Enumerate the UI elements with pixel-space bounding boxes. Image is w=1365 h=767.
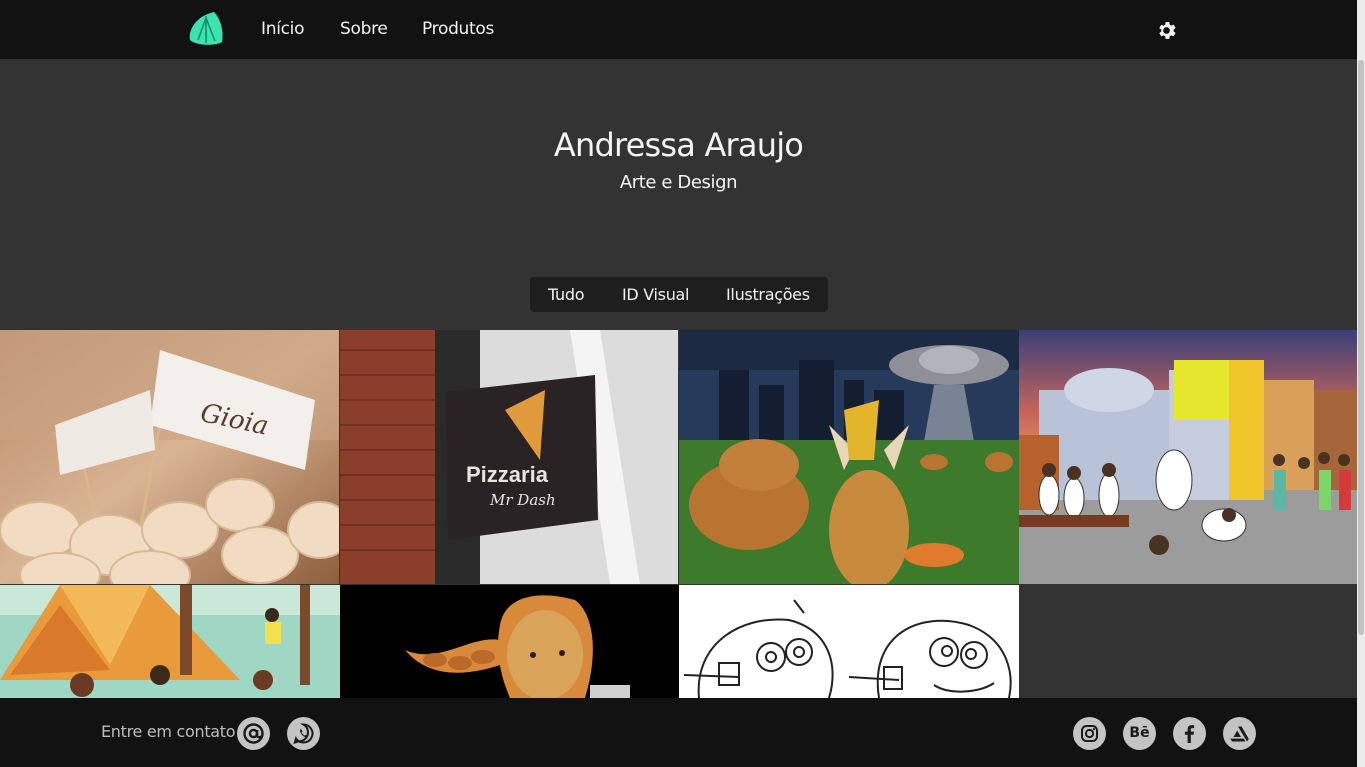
contact-label: Entre em contato [101, 722, 236, 741]
capybara-illustration-image [679, 330, 1019, 584]
footer: Entre em contato Bē [0, 698, 1357, 767]
robot-sketch-image [679, 585, 1019, 698]
gallery-item-capoeira-illustration[interactable] [1019, 330, 1357, 584]
email-button[interactable] [237, 717, 270, 750]
braided-girl-illustration-image [340, 585, 679, 698]
facebook-icon [1184, 725, 1195, 743]
nav-link-produtos[interactable]: Produtos [422, 19, 494, 39]
instagram-button[interactable] [1073, 717, 1106, 750]
category-filter-bar: Tudo ID Visual Ilustrações [530, 277, 828, 312]
sign-text-line2: Mr Dash [489, 491, 556, 509]
page: Início Sobre Produtos Andressa Araujo Ar… [0, 0, 1365, 767]
page-title: Andressa Araujo [553, 126, 804, 164]
nav-link-sobre[interactable]: Sobre [340, 19, 388, 39]
gallery-item-robot-sketch[interactable] [679, 585, 1019, 698]
page-subtitle: Arte e Design [619, 172, 738, 193]
behance-button[interactable]: Bē [1123, 717, 1156, 750]
gallery-item-braided-girl-illustration[interactable] [340, 585, 679, 698]
pizzaria-sign-image: Pizzaria Mr Dash [340, 330, 678, 584]
artstation-icon [1230, 726, 1249, 742]
whatsapp-icon [293, 723, 314, 744]
whatsapp-button[interactable] [287, 717, 320, 750]
camping-illustration-image [0, 585, 340, 698]
behance-icon: Bē [1129, 725, 1150, 741]
instagram-icon [1081, 725, 1098, 742]
filter-tudo[interactable]: Tudo [548, 285, 585, 304]
artstation-button[interactable] [1223, 717, 1256, 750]
facebook-button[interactable] [1173, 717, 1206, 750]
gallery-item-gioia-pastries[interactable]: Gioia [0, 330, 339, 584]
gallery-item-pizzaria-sign[interactable]: Pizzaria Mr Dash [340, 330, 678, 584]
filter-ilustracoes[interactable]: Ilustrações [726, 285, 810, 304]
capoeira-illustration-image [1019, 330, 1357, 584]
at-sign-icon [243, 723, 264, 744]
nav-link-inicio[interactable]: Início [261, 19, 304, 39]
gallery-item-capybara-illustration[interactable] [679, 330, 1019, 584]
top-navbar: Início Sobre Produtos [0, 0, 1357, 59]
sail-logo-icon[interactable] [186, 10, 226, 46]
gioia-pastries-image: Gioia [0, 330, 339, 584]
gear-icon[interactable] [1155, 19, 1178, 42]
gallery-item-camping-illustration[interactable] [0, 585, 340, 698]
scrollbar-thumb[interactable] [1358, 60, 1364, 635]
filter-id-visual[interactable]: ID Visual [622, 285, 690, 304]
page-scrollbar[interactable] [1357, 0, 1365, 767]
sign-text-line1: Pizzaria [466, 462, 549, 487]
